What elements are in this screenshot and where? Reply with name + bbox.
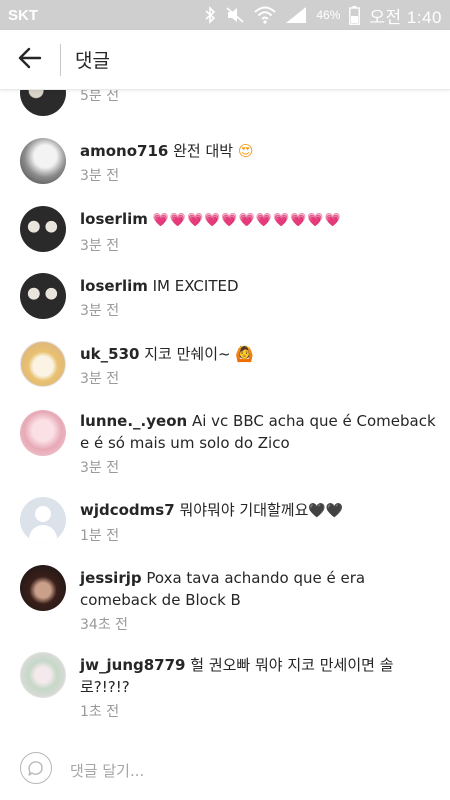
comment-message: 지코 만쉐이~ [139, 345, 236, 363]
mute-icon [225, 6, 245, 24]
comment-time: 5분 전 [80, 90, 120, 104]
comment-username[interactable]: loserlim [80, 277, 148, 295]
avatar[interactable] [20, 341, 66, 387]
comment-username[interactable]: jessirjp [80, 569, 142, 587]
header-divider [60, 43, 61, 76]
person-gesturing-ok-icon: 🙆 [235, 345, 255, 363]
status-bar: SKT 46% 오전 1:40 [0, 0, 450, 30]
comment-username[interactable]: amono716 [80, 142, 168, 160]
comment-time: 3분 전 [80, 460, 120, 476]
comment-username[interactable]: lunne._.yeon [80, 412, 187, 430]
comment-time: 34초 전 [80, 617, 129, 633]
avatar[interactable] [20, 90, 66, 116]
smiling-face-with-heart-eyes-icon: 😍 [237, 142, 254, 160]
comment-time: 1분 전 [80, 528, 120, 544]
comment-body: jw_jung8779 헐 권오빠 뭐야 지코 만세이면 솔로?!?!? 1초 … [80, 654, 436, 721]
comment-body: loserlim IM EXCITED 3분 전 [80, 275, 436, 320]
back-arrow-icon [18, 47, 42, 73]
comment-time: 3분 전 [80, 371, 120, 387]
signal-icon [285, 6, 307, 24]
bluetooth-icon [204, 6, 216, 24]
comment-body: wjdcodms7 뭐야뭐야 기대할께요🖤🖤 1분 전 [80, 499, 436, 545]
comment-message: IM EXCITED [147, 277, 239, 295]
comment-time: 3분 전 [80, 303, 120, 319]
comment-text: loserlim IM EXCITED [80, 275, 436, 297]
page-title: 댓글 [75, 50, 110, 72]
comment-time: 1초 전 [80, 704, 120, 720]
avatar[interactable] [20, 410, 66, 456]
comment-text: uk_530 지코 만쉐이~ 🙆 [80, 343, 436, 365]
comment-text: lunne._.yeon Ai vc BBC acha que é Comeba… [80, 410, 436, 454]
comment-message: 뭐야뭐야 기대할께요 [174, 501, 309, 519]
status-icons: 46% 오전 1:40 [204, 3, 442, 28]
pink-hearts-icon: 💗💗💗💗💗💗💗💗💗💗💗 [152, 213, 342, 228]
comment-composer [0, 738, 450, 800]
comment-username[interactable]: uk_530 [80, 345, 139, 363]
comment-time: 3분 전 [80, 168, 120, 184]
comment-body: loserlim 💗💗💗💗💗💗💗💗💗💗💗 3분 전 [80, 208, 436, 255]
comment-text: wjdcodms7 뭐야뭐야 기대할께요🖤🖤 [80, 499, 436, 522]
battery-icon [349, 5, 361, 25]
battery-percent: 46% [316, 8, 341, 22]
comment-username[interactable]: wjdcodms7 [80, 501, 175, 519]
avatar[interactable] [20, 497, 66, 543]
clock: 오전 1:40 [369, 7, 442, 27]
comment-text: jw_jung8779 헐 권오빠 뭐야 지코 만세이면 솔로?!?!? [80, 654, 436, 698]
comment-text: amono716 완전 대박 😍 [80, 140, 436, 162]
comment-body: lunne._.yeon Ai vc BBC acha que é Comeba… [80, 410, 436, 477]
wifi-icon [254, 6, 277, 24]
comment-username[interactable]: jw_jung8779 [80, 656, 185, 674]
comment-time: 3분 전 [80, 238, 120, 254]
avatar[interactable] [20, 273, 66, 319]
comment-body: uk_530 지코 만쉐이~ 🙆 3분 전 [80, 343, 436, 388]
header: 댓글 [0, 30, 450, 90]
comment-username[interactable]: loserlim [80, 210, 148, 228]
avatar[interactable] [20, 652, 66, 698]
comment-message: 완전 대박 [168, 142, 234, 160]
comment-list[interactable]: 5분 전 amono716 완전 대박 😍 3분 전 loserlim 💗💗💗💗… [0, 90, 450, 730]
comment-text: jessirjp Poxa tava achando que é era com… [80, 567, 436, 611]
comment-body: 5분 전 [80, 90, 436, 105]
carrier-label: SKT [8, 6, 38, 24]
comment-bubble-icon[interactable] [20, 752, 52, 784]
avatar[interactable] [20, 138, 66, 184]
black-hearts-icon: 🖤🖤 [308, 503, 344, 519]
comment-body: jessirjp Poxa tava achando que é era com… [80, 567, 436, 634]
avatar[interactable] [20, 565, 66, 611]
avatar[interactable] [20, 206, 66, 252]
back-button[interactable] [0, 30, 60, 90]
comment-input[interactable] [70, 760, 370, 782]
comment-body: amono716 완전 대박 😍 3분 전 [80, 140, 436, 185]
comment-text: loserlim 💗💗💗💗💗💗💗💗💗💗💗 [80, 208, 436, 232]
